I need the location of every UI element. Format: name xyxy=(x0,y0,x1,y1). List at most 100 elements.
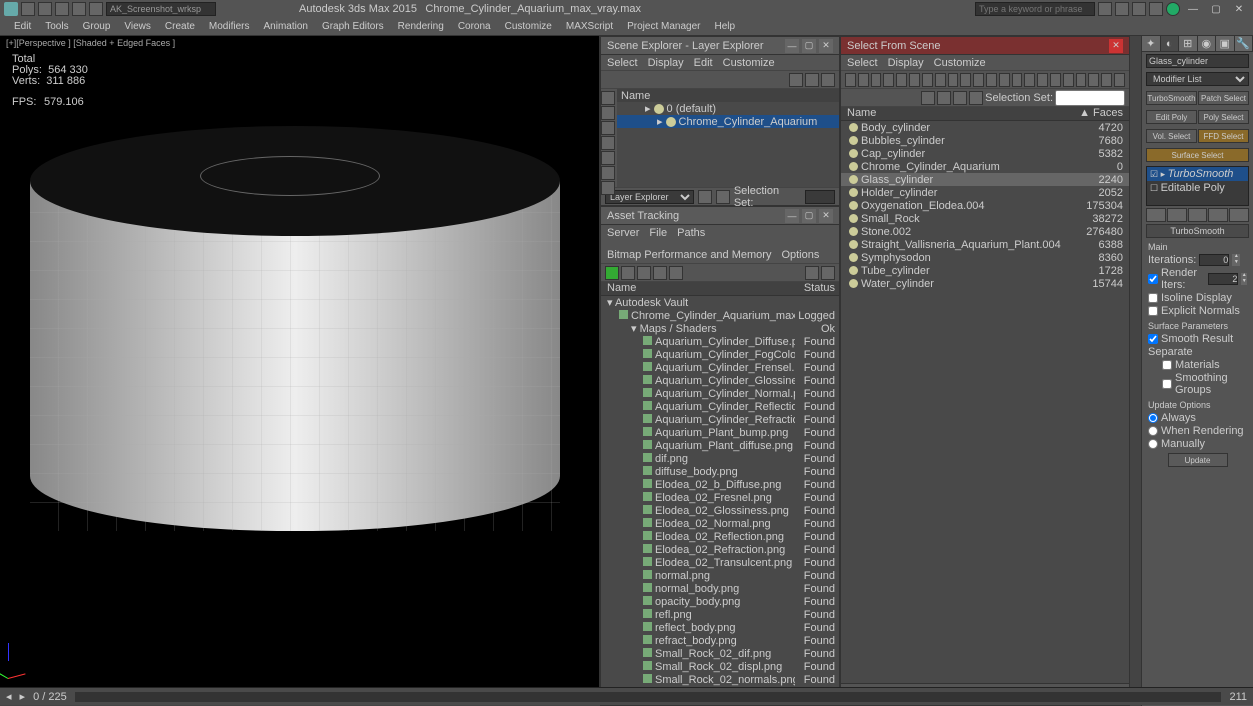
create-tab-icon[interactable]: ✦ xyxy=(1142,36,1161,51)
panel-max-icon[interactable]: ▢ xyxy=(802,39,816,53)
maximize-button[interactable]: ▢ xyxy=(1206,2,1226,16)
iterations-input[interactable] xyxy=(1199,254,1229,266)
panel-close-icon[interactable]: ✕ xyxy=(1109,39,1123,53)
menu-animation[interactable]: Animation xyxy=(257,21,313,32)
ss-menu-select[interactable]: Select xyxy=(847,57,878,69)
pin-stack-icon[interactable] xyxy=(1146,208,1166,222)
at-menu-server[interactable]: Server xyxy=(607,227,639,239)
ss-filter-icon[interactable] xyxy=(1012,73,1023,87)
menu-corona[interactable]: Corona xyxy=(452,21,497,32)
at-row[interactable]: Elodea_02_Normal.pngFound xyxy=(601,517,839,530)
ss-filter-icon[interactable] xyxy=(922,73,933,87)
at-menu-bitmap[interactable]: Bitmap Performance and Memory xyxy=(607,249,771,261)
arrow-left-icon[interactable]: ◂ xyxy=(6,690,12,703)
ss-filter-icon[interactable] xyxy=(973,73,984,87)
se-row[interactable]: ▸Chrome_Cylinder_Aquarium xyxy=(617,115,839,128)
ss-filter-icon[interactable] xyxy=(896,73,907,87)
qat-undo-icon[interactable] xyxy=(72,2,86,16)
spinner-icon[interactable]: ▲▼ xyxy=(1241,273,1247,285)
explicit-normals-check[interactable] xyxy=(1148,306,1158,316)
at-row[interactable]: refl.pngFound xyxy=(601,608,839,621)
modify-tab-icon[interactable]: ◐ xyxy=(1161,36,1180,51)
ss-row[interactable]: Symphysodon8360 xyxy=(841,251,1129,264)
menu-help[interactable]: Help xyxy=(708,21,741,32)
ss-row[interactable]: Stone.002276480 xyxy=(841,225,1129,238)
menu-group[interactable]: Group xyxy=(77,21,117,32)
at-row[interactable]: normal.pngFound xyxy=(601,569,839,582)
ss-row[interactable]: Glass_cylinder2240 xyxy=(841,173,1129,186)
se-ft-icon[interactable] xyxy=(698,190,712,204)
ss-row[interactable]: Chrome_Cylinder_Aquarium0 xyxy=(841,160,1129,173)
modifier-list-dropdown[interactable]: Modifier List xyxy=(1146,72,1249,86)
at-menu-paths[interactable]: Paths xyxy=(677,227,705,239)
exchange-icon[interactable] xyxy=(1149,2,1163,16)
at-row[interactable]: Aquarium_Cylinder_Frensel.pngFound xyxy=(601,361,839,374)
perspective-viewport[interactable]: [+][Perspective ] [Shaded + Edged Faces … xyxy=(0,36,600,687)
viewport-label[interactable]: [+][Perspective ] [Shaded + Edged Faces … xyxy=(6,38,175,48)
qat-save-icon[interactable] xyxy=(55,2,69,16)
ss-filter-icon[interactable] xyxy=(871,73,882,87)
utilities-tab-icon[interactable]: 🔧 xyxy=(1235,36,1253,51)
ss-row[interactable]: Small_Rock38272 xyxy=(841,212,1129,225)
smooth-result-check[interactable] xyxy=(1148,334,1158,344)
panel-max-icon[interactable]: ▢ xyxy=(802,209,816,223)
info-icon[interactable] xyxy=(1166,2,1180,16)
at-row[interactable]: opacity_body.pngFound xyxy=(601,595,839,608)
se-selection-set-input[interactable] xyxy=(805,190,835,204)
at-row[interactable]: Aquarium_Plant_diffuse.pngFound xyxy=(601,439,839,452)
always-radio[interactable] xyxy=(1148,413,1158,423)
ss-row[interactable]: Tube_cylinder1728 xyxy=(841,264,1129,277)
se-ft-icon[interactable] xyxy=(716,190,730,204)
at-tool-icon[interactable] xyxy=(653,266,667,280)
materials-check[interactable] xyxy=(1162,360,1172,370)
display-tab-icon[interactable]: ▣ xyxy=(1216,36,1235,51)
render-iters-input[interactable] xyxy=(1208,273,1238,285)
help-icon[interactable] xyxy=(1098,2,1112,16)
ss-tool-icon[interactable] xyxy=(921,91,935,105)
at-row[interactable]: refract_body.pngFound xyxy=(601,634,839,647)
ss-row[interactable]: Body_cylinder4720 xyxy=(841,121,1129,134)
object-name-input[interactable] xyxy=(1146,54,1249,68)
ss-menu-display[interactable]: Display xyxy=(888,57,924,69)
at-row[interactable]: Chrome_Cylinder_Aquarium_max_vray.maxLog… xyxy=(601,309,839,322)
ss-filter-icon[interactable] xyxy=(1076,73,1087,87)
ss-tool-icon[interactable] xyxy=(937,91,951,105)
ss-filter-icon[interactable] xyxy=(1088,73,1099,87)
at-menu-options[interactable]: Options xyxy=(781,249,819,261)
ss-tool-icon[interactable] xyxy=(969,91,983,105)
menu-edit[interactable]: Edit xyxy=(8,21,37,32)
se-tool-icon[interactable] xyxy=(805,73,819,87)
show-end-result-icon[interactable] xyxy=(1167,208,1187,222)
se-menu-display[interactable]: Display xyxy=(648,57,684,69)
at-row[interactable]: Aquarium_Cylinder_Reflection.pngFound xyxy=(601,400,839,413)
timeline-bar[interactable]: ◂ ▸ 0 / 225 211 xyxy=(0,687,1253,705)
isoline-check[interactable] xyxy=(1148,293,1158,303)
se-filter-icon[interactable] xyxy=(601,151,615,165)
help-search-input[interactable] xyxy=(975,2,1095,16)
at-row[interactable]: ▾ Autodesk Vault xyxy=(601,296,839,309)
ss-row[interactable]: Water_cylinder15744 xyxy=(841,277,1129,290)
at-row[interactable]: Elodea_02_Reflection.pngFound xyxy=(601,530,839,543)
ss-filter-icon[interactable] xyxy=(909,73,920,87)
se-menu-select[interactable]: Select xyxy=(607,57,638,69)
at-row[interactable]: Aquarium_Cylinder_Normal.pngFound xyxy=(601,387,839,400)
ss-filter-icon[interactable] xyxy=(1063,73,1074,87)
at-row[interactable]: Elodea_02_Fresnel.pngFound xyxy=(601,491,839,504)
at-tool-icon[interactable] xyxy=(621,266,635,280)
se-filter-icon[interactable] xyxy=(601,166,615,180)
at-row[interactable]: Elodea_02_b_Diffuse.pngFound xyxy=(601,478,839,491)
menu-graph-editors[interactable]: Graph Editors xyxy=(316,21,390,32)
at-header[interactable]: Name Status xyxy=(601,282,839,296)
se-row[interactable]: ▸0 (default) xyxy=(617,102,839,115)
patch-select-button[interactable]: Patch Select xyxy=(1198,91,1249,105)
se-filter-icon[interactable] xyxy=(601,136,615,150)
editpoly-button[interactable]: Edit Poly xyxy=(1146,110,1197,124)
signin-icon[interactable] xyxy=(1132,2,1146,16)
menu-project-manager[interactable]: Project Manager xyxy=(621,21,706,32)
ss-filter-icon[interactable] xyxy=(1050,73,1061,87)
se-tool-icon[interactable] xyxy=(821,73,835,87)
se-menu-edit[interactable]: Edit xyxy=(694,57,713,69)
ss-row[interactable]: Holder_cylinder2052 xyxy=(841,186,1129,199)
at-row[interactable]: Elodea_02_Glossiness.pngFound xyxy=(601,504,839,517)
at-row[interactable]: Aquarium_Cylinder_FogColor.pngFound xyxy=(601,348,839,361)
